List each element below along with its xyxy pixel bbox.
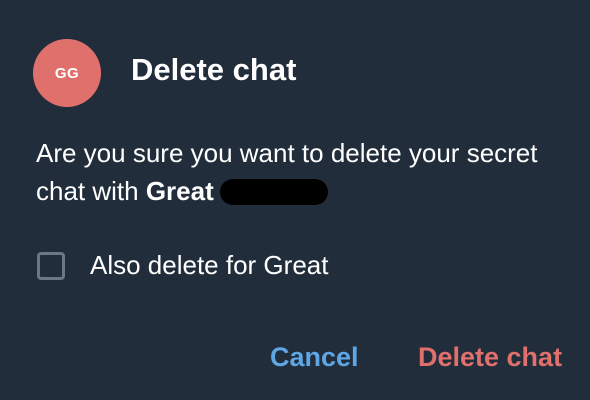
cancel-button[interactable]: Cancel [270, 342, 359, 373]
also-delete-option[interactable]: Also delete for Great [37, 250, 328, 281]
redaction-mark [219, 179, 328, 205]
delete-chat-button[interactable]: Delete chat [418, 342, 562, 373]
dialog-title: Delete chat [131, 52, 297, 87]
avatar: GG [33, 39, 101, 107]
delete-chat-dialog: GG Delete chat Are you sure you want to … [0, 0, 590, 400]
dialog-message: Are you sure you want to delete your sec… [36, 134, 556, 210]
also-delete-label: Also delete for Great [90, 250, 329, 280]
avatar-initials: GG [54, 64, 80, 82]
also-delete-checkbox[interactable] [37, 251, 65, 280]
contact-name: Great [145, 176, 214, 206]
